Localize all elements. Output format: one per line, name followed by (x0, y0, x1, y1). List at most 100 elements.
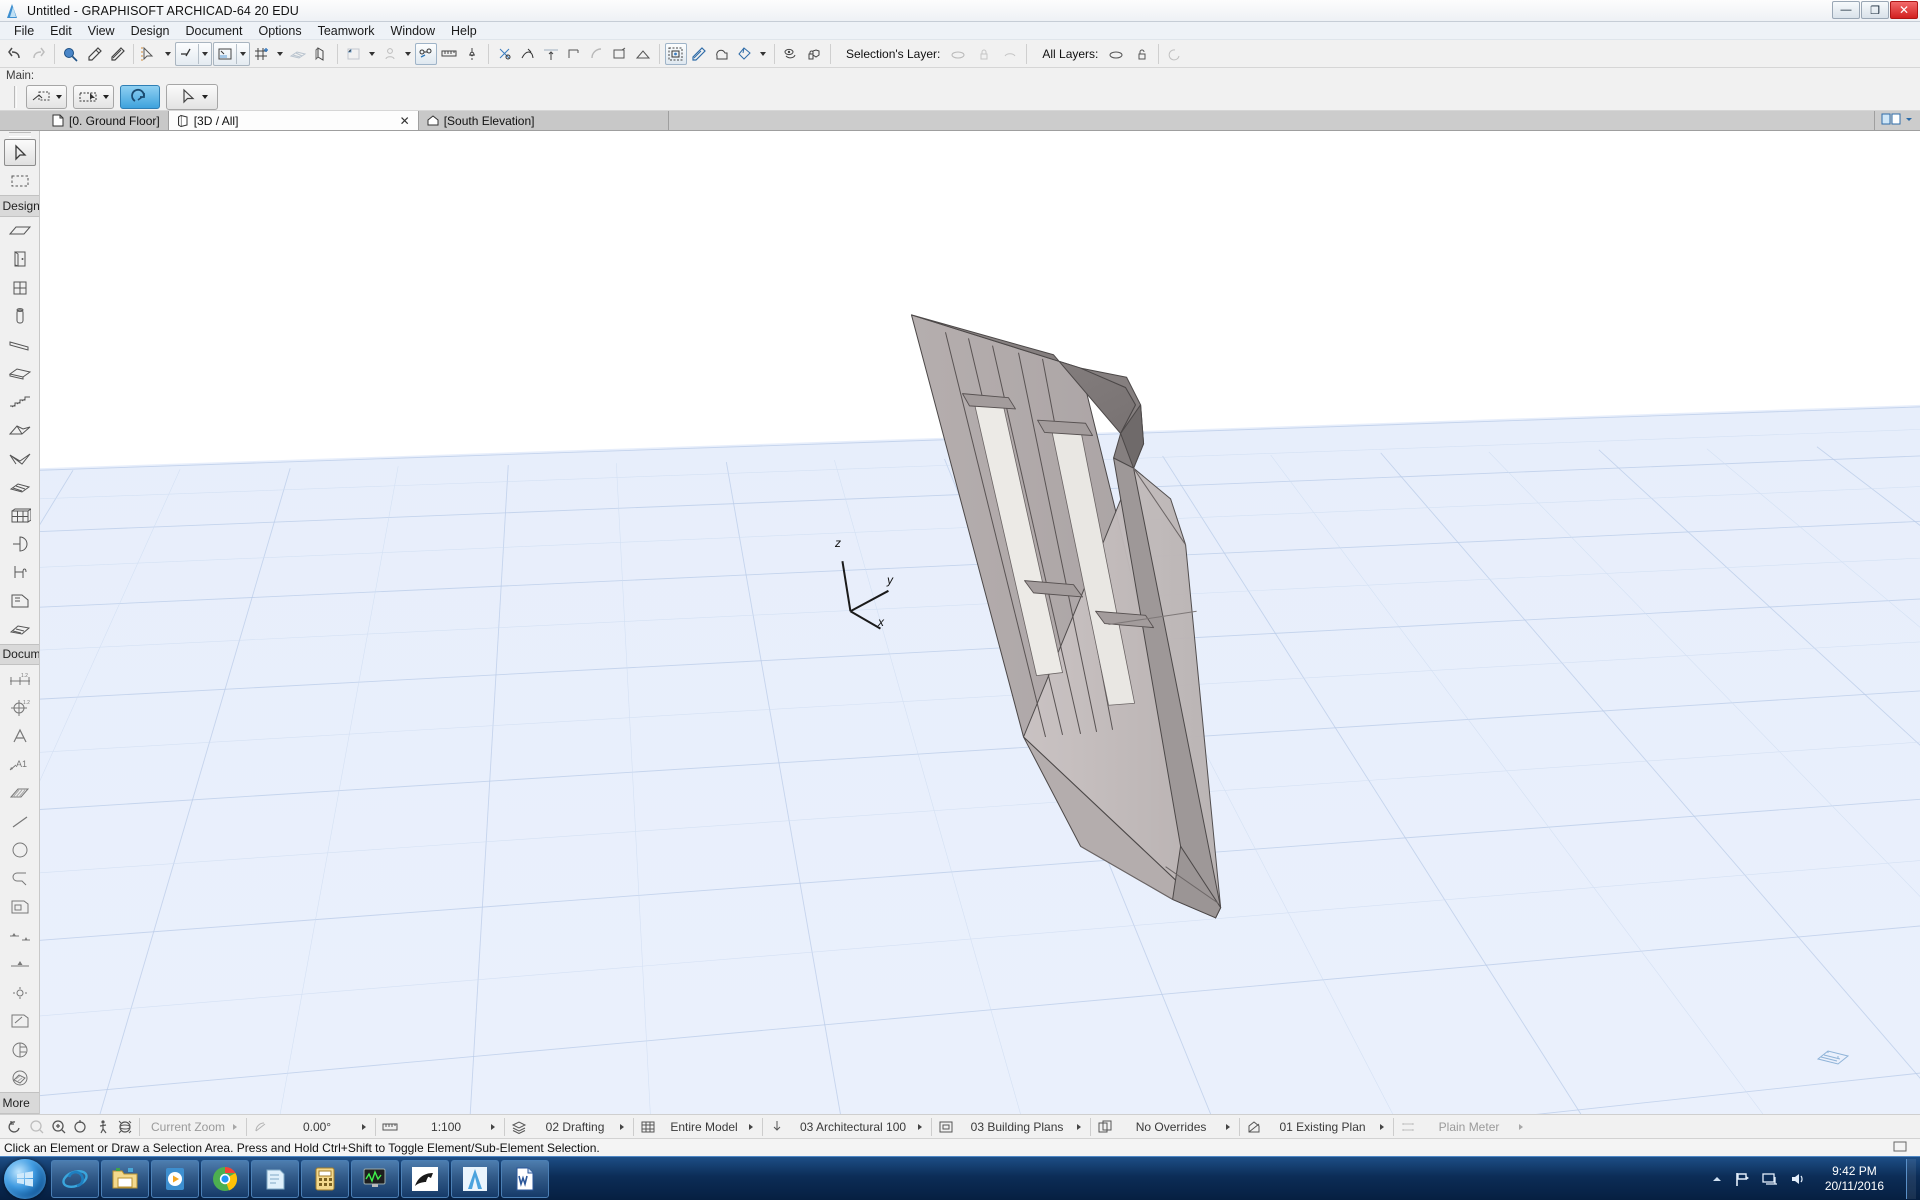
orbit-button[interactable] (120, 85, 160, 109)
tool-mesh[interactable] (3, 473, 37, 501)
trim-icon[interactable] (494, 43, 516, 65)
tool-object[interactable] (3, 558, 37, 586)
layer-combination-dropdown-icon[interactable] (918, 1123, 923, 1130)
tool-skylight[interactable] (3, 615, 37, 643)
tool-section[interactable] (3, 978, 37, 1006)
tab-ground-floor[interactable]: [0. Ground Floor] (0, 111, 169, 130)
eye-orbit-icon[interactable] (780, 43, 802, 65)
tool-fill[interactable] (3, 779, 37, 807)
tool-beam[interactable] (3, 330, 37, 358)
zoom-out-icon[interactable] (26, 1117, 48, 1137)
model-view-option-field[interactable]: 03 Building Plans (957, 1117, 1087, 1137)
tool-arrow[interactable] (3, 138, 36, 167)
tool-curtain-wall[interactable] (3, 501, 37, 529)
selection-layer-hide-icon[interactable] (947, 43, 969, 65)
renovation-filter-field[interactable]: 01 Existing Plan (1265, 1117, 1390, 1137)
pan-icon[interactable] (4, 1117, 26, 1137)
tool-figure[interactable] (3, 893, 37, 921)
drag-icon[interactable] (632, 43, 654, 65)
layer-combination-field[interactable]: 03 Architectural 100 (788, 1117, 928, 1137)
tool-zone[interactable] (3, 587, 37, 615)
selection-layer-isolate-icon[interactable] (999, 43, 1021, 65)
tool-marquee[interactable] (3, 166, 37, 194)
tool-level-dimension[interactable] (3, 921, 37, 949)
arrow-tool-dropdown-icon[interactable] (162, 43, 174, 65)
tab-south-elevation[interactable]: [South Elevation] (418, 111, 669, 130)
tool-radial-dimension[interactable]: 1.2 (3, 694, 37, 722)
tool-worksheet[interactable] (3, 1035, 37, 1063)
renovation-filter-dropdown-icon[interactable] (1380, 1123, 1385, 1130)
pen-set-field[interactable]: 02 Drafting (530, 1117, 630, 1137)
snap-guide-icon[interactable] (176, 43, 198, 65)
taskbar-media-player-icon[interactable] (151, 1159, 199, 1198)
split-icon[interactable] (517, 43, 539, 65)
current-zoom-dropdown-icon[interactable] (233, 1123, 238, 1130)
measure-icon[interactable] (438, 43, 460, 65)
maximize-button[interactable]: ❐ (1861, 1, 1889, 19)
show-desktop-button[interactable] (1906, 1159, 1916, 1199)
tool-stair[interactable] (3, 387, 37, 415)
close-button[interactable]: ✕ (1890, 1, 1918, 19)
snap-point-icon[interactable] (214, 43, 236, 65)
taskbar-google-chrome-icon[interactable] (201, 1159, 249, 1198)
tool-window[interactable] (3, 274, 37, 302)
menu-item-window[interactable]: Window (383, 23, 443, 39)
menu-item-help[interactable]: Help (443, 23, 485, 39)
tool-label[interactable]: A1 (3, 751, 37, 779)
taskbar-rhino-icon[interactable] (401, 1159, 449, 1198)
tool-dimension[interactable]: 1.2 (3, 665, 37, 693)
person-icon[interactable] (379, 43, 401, 65)
taskbar-file-explorer-icon[interactable] (101, 1159, 149, 1198)
graphic-override-field[interactable]: No Overrides (1116, 1117, 1236, 1137)
tool-detail[interactable] (3, 1007, 37, 1035)
orientation-dropdown-icon[interactable] (362, 1123, 367, 1130)
zoom-in-icon[interactable] (48, 1117, 70, 1137)
viewport-navigator-icon[interactable] (1816, 1045, 1850, 1074)
tool-door[interactable] (3, 245, 37, 273)
structure-display-dropdown-icon[interactable] (749, 1123, 754, 1130)
grid-snap-dropdown-icon[interactable] (274, 43, 286, 65)
3d-viewport[interactable]: z y x (40, 131, 1920, 1114)
orientation-field[interactable]: 0.00° (272, 1117, 372, 1137)
pick-up-parameters-icon[interactable] (83, 43, 105, 65)
edit-3d-icon[interactable] (688, 43, 710, 65)
solid-ops-icon[interactable] (711, 43, 733, 65)
toolbox-grip[interactable] (8, 132, 31, 137)
selection-layer-lock-icon[interactable] (973, 43, 995, 65)
orbit-icon[interactable] (114, 1117, 136, 1137)
tool-polyline[interactable] (3, 865, 37, 893)
menu-item-design[interactable]: Design (123, 23, 178, 39)
toolbar-grip[interactable] (14, 86, 17, 108)
taskbar-notepad-icon[interactable] (251, 1159, 299, 1198)
tool-line[interactable] (3, 808, 37, 836)
tool-roof[interactable] (3, 416, 37, 444)
tab-close-icon[interactable]: ✕ (384, 114, 410, 128)
all-layers-show-icon[interactable] (1105, 43, 1127, 65)
minimize-button[interactable]: — (1832, 1, 1860, 19)
menu-item-edit[interactable]: Edit (42, 23, 80, 39)
tool-morph[interactable] (3, 530, 37, 558)
taskbar-word-icon[interactable] (501, 1159, 549, 1198)
volume-icon[interactable] (1789, 1171, 1807, 1187)
start-orb-icon[interactable] (4, 1158, 46, 1199)
taskbar-system-monitor-icon[interactable] (351, 1159, 399, 1198)
mesh-icon[interactable] (287, 43, 309, 65)
scale-field[interactable]: 1:100 (401, 1117, 501, 1137)
menu-item-file[interactable]: File (6, 23, 42, 39)
3d-cutaway-icon[interactable] (310, 43, 332, 65)
taskbar-clock[interactable]: 9:42 PM 20/11/2016 (1817, 1164, 1892, 1194)
current-zoom-field[interactable]: Current Zoom (143, 1117, 243, 1137)
redo-icon[interactable] (27, 43, 49, 65)
menu-item-document[interactable]: Document (178, 23, 251, 39)
taskbar-internet-explorer-icon[interactable] (51, 1159, 99, 1198)
snap-point-dropdown-icon[interactable] (237, 43, 249, 65)
tool-change-marker[interactable] (3, 1064, 37, 1092)
walk-icon[interactable] (92, 1117, 114, 1137)
toolbox-section-design[interactable]: Design (0, 194, 39, 217)
layer-refresh-icon[interactable] (1164, 43, 1186, 65)
structure-display-field[interactable]: Entire Model (659, 1117, 759, 1137)
menu-item-teamwork[interactable]: Teamwork (310, 23, 383, 39)
tool-text[interactable] (3, 722, 37, 750)
marquee-button[interactable] (73, 85, 114, 109)
rectangle-icon[interactable] (343, 43, 365, 65)
